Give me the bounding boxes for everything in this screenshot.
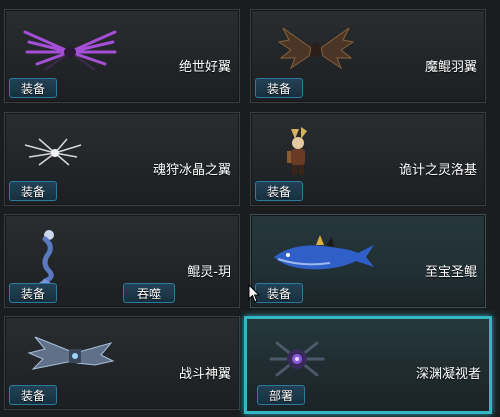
- item-name: 深渊凝视者: [415, 367, 481, 382]
- item-card[interactable]: 至宝圣鲲 装备: [250, 214, 486, 308]
- item-card-selected[interactable]: 深渊凝视者 部署: [244, 316, 492, 414]
- abyss-eye-icon: [269, 341, 325, 377]
- equip-button[interactable]: 装备: [255, 283, 303, 303]
- item-name: 绝世好翼: [178, 60, 231, 75]
- item-name: 至宝圣鲲: [424, 265, 477, 280]
- dark-wings-icon: [277, 27, 355, 70]
- mermaid-figure-icon: [39, 230, 54, 283]
- equip-button[interactable]: 装备: [255, 78, 303, 98]
- loki-figure-icon: [287, 127, 307, 175]
- item-name: 魂狩冰晶之翼: [152, 163, 231, 178]
- item-card[interactable]: 魔鲲羽翼 装备: [250, 9, 486, 103]
- item-name: 战斗神翼: [178, 367, 231, 382]
- item-name: 鲲灵-玥: [187, 265, 231, 280]
- devour-button[interactable]: 吞噬: [123, 283, 175, 303]
- item-grid: 绝世好翼 装备 魔鲲羽翼 装备 魂狩冰晶之翼 装备 诡计之灵洛基 装备 鲲灵-玥…: [0, 0, 500, 417]
- deploy-button[interactable]: 部署: [257, 385, 305, 405]
- item-card[interactable]: 战斗神翼 装备: [4, 316, 240, 410]
- item-card[interactable]: 魂狩冰晶之翼 装备: [4, 112, 240, 206]
- item-name: 诡计之灵洛基: [398, 163, 477, 178]
- purple-wings-icon: [23, 30, 117, 71]
- mouse-cursor-icon: [248, 284, 261, 303]
- equip-button[interactable]: 装备: [9, 78, 57, 98]
- item-card[interactable]: 绝世好翼 装备: [4, 9, 240, 103]
- equip-button[interactable]: 装备: [9, 181, 57, 201]
- equip-button[interactable]: 装备: [255, 181, 303, 201]
- mech-wings-icon: [27, 336, 115, 370]
- crystal-wings-icon: [24, 138, 82, 166]
- item-card[interactable]: 鲲灵-玥 装备 吞噬: [4, 214, 240, 308]
- item-name: 魔鲲羽翼: [424, 60, 477, 75]
- equip-button[interactable]: 装备: [9, 385, 57, 405]
- blue-whale-icon: [274, 235, 374, 270]
- equip-button[interactable]: 装备: [9, 283, 57, 303]
- item-card[interactable]: 诡计之灵洛基 装备: [250, 112, 486, 206]
